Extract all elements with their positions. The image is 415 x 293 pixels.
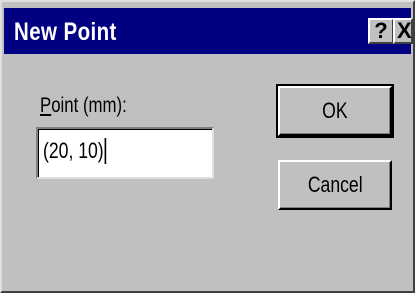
- help-button[interactable]: ?: [368, 18, 394, 44]
- help-icon: ?: [374, 18, 388, 43]
- ok-button-label: OK: [322, 98, 348, 123]
- cancel-button[interactable]: Cancel: [278, 160, 392, 210]
- point-label-text: oint (mm):: [51, 94, 127, 117]
- point-label: Point (mm):: [40, 94, 127, 118]
- title-bar[interactable]: New Point ? X: [4, 8, 413, 54]
- window-title: New Point: [14, 18, 117, 46]
- close-button[interactable]: X: [393, 18, 413, 44]
- cancel-button-label: Cancel: [307, 172, 363, 197]
- ok-button[interactable]: OK: [276, 84, 394, 138]
- close-icon: X: [397, 18, 412, 43]
- point-input-value: (20, 10): [43, 138, 107, 164]
- new-point-dialog: New Point ? X Point (mm): (20, 10) OK Ca…: [0, 0, 415, 293]
- point-input[interactable]: (20, 10): [36, 127, 214, 179]
- point-label-accelerator: P: [40, 94, 52, 117]
